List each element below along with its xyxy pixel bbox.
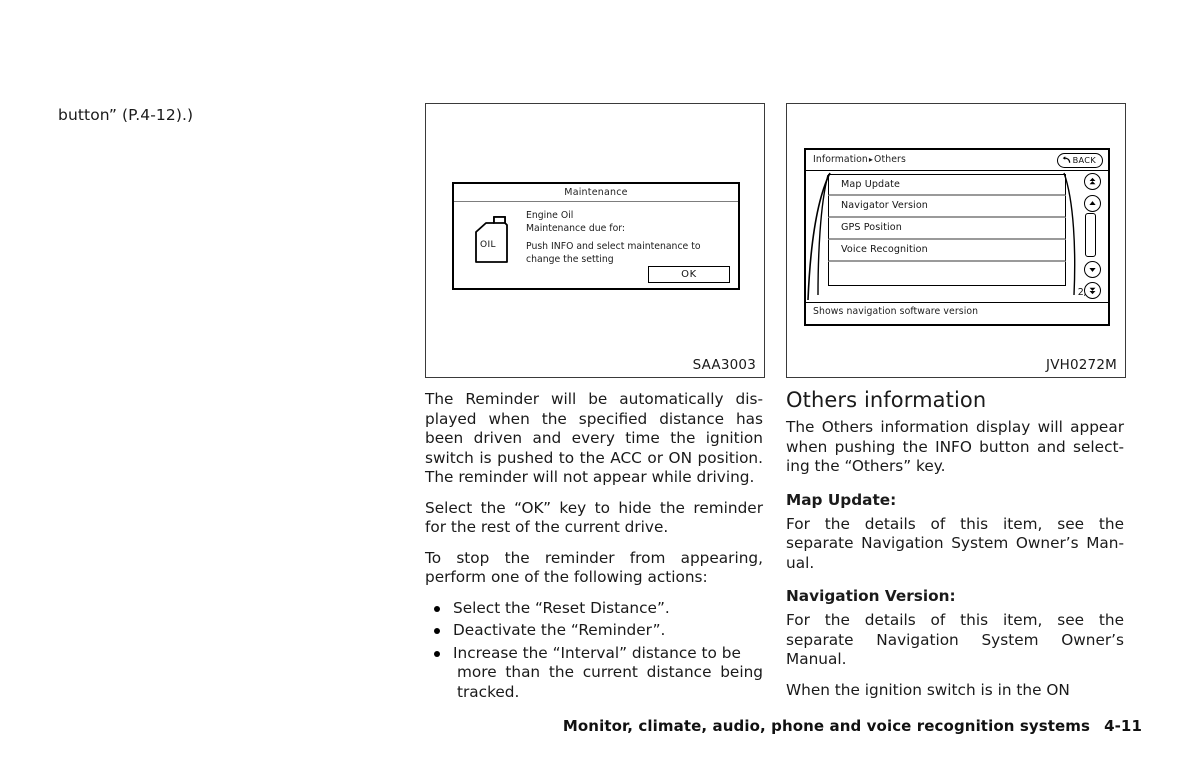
scroll-controls (1081, 173, 1105, 299)
list-item-label: GPS Position (841, 222, 902, 233)
subheading-navigation-version: Navigation Version: (786, 587, 956, 605)
list-item: Increase the “Interval” distance to be m… (425, 644, 763, 703)
left-text-column: The Reminder will be automatically dis-p… (425, 390, 763, 705)
page-up-icon[interactable] (1084, 173, 1101, 190)
bullet-text: Increase the “Interval” distance to be (453, 643, 741, 662)
paragraph-map-update: For the details of this item, see the se… (786, 514, 1124, 572)
footer-chapter-title: Monitor, climate, audio, phone and voice… (562, 717, 1091, 735)
paragraph-navigation-version: For the details of this item, see the se… (786, 611, 1124, 668)
maintenance-dialog-text: Engine Oil Maintenance due for: Push INF… (526, 209, 726, 266)
paragraph-reminder-auto: The Reminder will be automatically dis-p… (425, 390, 763, 486)
navigation-screen: Information▸Others BACK Map Update Navig… (804, 148, 1110, 326)
navigation-screen-header: Information▸Others BACK (806, 150, 1108, 171)
paragraph-ok-key: Select the “OK” key to hide the reminder… (425, 498, 763, 537)
page-down-glyph (1089, 287, 1096, 295)
maintenance-dialog-title: Maintenance (454, 184, 738, 202)
maintenance-line-3: Push INFO and select maintenance to (526, 241, 701, 252)
continuation-text: button” (P.4-12).) (58, 106, 194, 124)
list-item[interactable]: GPS Position (828, 218, 1066, 240)
others-menu-list: Map Update Navigator Version GPS Positio… (828, 174, 1066, 296)
paragraph-stop-reminder: To stop the reminder from appearing, per… (425, 548, 763, 587)
scroll-down-icon[interactable] (1084, 261, 1101, 278)
breadcrumb: Information▸Others (813, 154, 906, 165)
paragraph-others-intro: The Others information display will appe… (786, 418, 1124, 475)
list-item-label: Voice Recognition (841, 244, 928, 255)
navigation-status-bar: Shows navigation software version (806, 302, 1108, 319)
back-button[interactable]: BACK (1056, 153, 1103, 168)
page-up-glyph (1089, 177, 1096, 185)
list-item[interactable]: Voice Recognition (828, 240, 1066, 262)
ok-button[interactable]: OK (648, 266, 730, 283)
scroll-up-icon[interactable] (1084, 195, 1101, 212)
maintenance-line-1: Engine Oil (526, 210, 574, 221)
page-footer: Monitor, climate, audio, phone and voice… (563, 717, 1142, 735)
breadcrumb-leaf: Others (874, 154, 906, 165)
figure-code-left: SAA3003 (692, 357, 756, 373)
bullet-dot-icon (434, 628, 440, 634)
scrollbar-track[interactable] (1085, 213, 1096, 257)
list-item: Deactivate the “Reminder”. (425, 621, 763, 641)
maintenance-line-2: Maintenance due for: (526, 223, 626, 234)
navigation-status-text: Shows navigation software version (813, 306, 979, 317)
navigation-screen-body: Map Update Navigator Version GPS Positio… (806, 171, 1108, 302)
scroll-down-glyph (1089, 268, 1096, 272)
bullet-text: Select the “Reset Distance”. (453, 598, 670, 617)
bullet-text: Deactivate the “Reminder”. (453, 621, 666, 639)
subheading-map-update: Map Update: (786, 490, 897, 509)
footer-page-number: 4-11 (1104, 717, 1142, 735)
manual-page: button” (P.4-12).) Maintenance OIL Engin… (0, 0, 1200, 763)
list-item[interactable]: Map Update (828, 174, 1066, 196)
list-item-label: Map Update (841, 179, 901, 190)
list-item[interactable]: Navigator Version (828, 196, 1066, 218)
bullet-dot-icon (434, 650, 440, 657)
breadcrumb-root: Information (813, 154, 868, 165)
section-heading: Others information (786, 388, 987, 412)
figure-code-right: JVH0272M (1046, 357, 1117, 373)
actions-bullet-list: Select the “Reset Distance”. Deactivate … (425, 599, 763, 703)
list-item: Select the “Reset Distance”. (425, 599, 763, 619)
scroll-up-glyph (1089, 201, 1096, 205)
maintenance-dialog: Maintenance OIL Engine Oil Maintenance d… (452, 182, 740, 290)
oil-bottle-label: OIL (480, 240, 496, 250)
bullet-text-continued: more than the current distance being tra… (457, 663, 763, 701)
figure-others-information: Information▸Others BACK Map Update Navig… (786, 103, 1126, 378)
figure-maintenance-reminder: Maintenance OIL Engine Oil Maintenance d… (425, 103, 765, 378)
list-item-empty (828, 262, 1066, 286)
list-item-label: Navigator Version (841, 200, 928, 211)
bullet-dot-icon (434, 605, 440, 612)
right-text-column: Others information The Others informatio… (786, 388, 1124, 711)
back-arrow-icon (1062, 156, 1070, 163)
paragraph-ignition-continued: When the ignition switch is in the ON (786, 680, 1070, 699)
page-down-icon[interactable] (1084, 282, 1101, 299)
back-button-label: BACK (1072, 155, 1096, 165)
maintenance-dialog-body: OIL Engine Oil Maintenance due for: Push… (454, 202, 738, 288)
maintenance-line-4: change the setting (526, 254, 614, 265)
